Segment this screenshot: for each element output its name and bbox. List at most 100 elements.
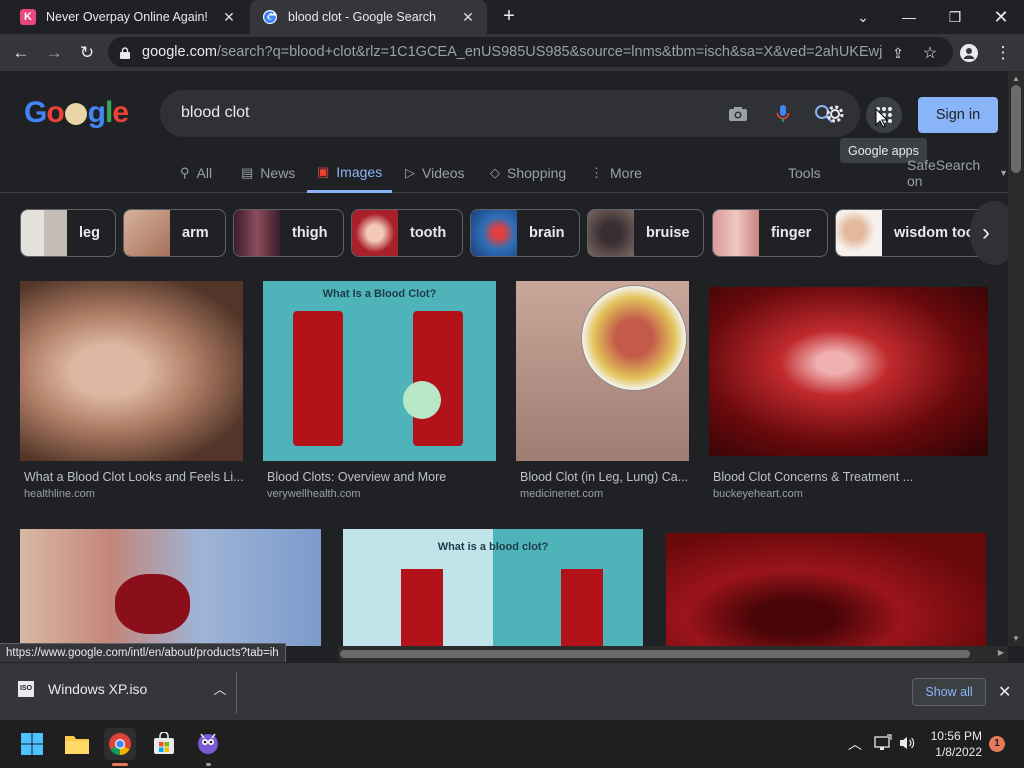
downloads-bar: ISO Windows XP.iso ︿ Show all ✕ [0,662,1024,720]
voice-search-icon[interactable] [771,102,795,126]
reload-button[interactable]: ↻ [74,40,100,66]
settings-gear-icon[interactable] [823,102,847,126]
result-title[interactable]: Blood Clot Concerns & Treatment ... [713,470,988,484]
image-caption: What is a blood clot? [437,541,549,553]
microsoft-store-icon[interactable] [148,728,180,760]
result-source[interactable]: medicinenet.com [520,488,603,500]
result-image[interactable]: What Is a Blood Clot? [263,281,496,461]
windows-start-icon[interactable] [16,728,48,760]
result-image[interactable] [709,287,988,456]
download-divider [236,672,237,714]
address-bar[interactable]: google.com/search?q=blood+clot&rlz=1C1GC… [108,37,953,67]
minimize-button[interactable]: — [886,0,932,34]
chip-thumbnail [471,210,517,256]
show-all-downloads-button[interactable]: Show all [912,678,986,706]
chip-tooth[interactable]: tooth [351,209,463,257]
chip-thumbnail [124,210,170,256]
show-hidden-icons-chevron-icon[interactable]: ︿ [848,734,862,754]
scroll-down-arrow-icon[interactable]: ▼ [1008,634,1024,643]
tab-more[interactable]: ⋮ More [590,153,642,193]
download-item[interactable]: ISO Windows XP.iso ︿ [18,679,226,698]
close-downloads-bar-icon[interactable]: ✕ [998,682,1011,702]
result-image[interactable] [516,281,689,461]
k-favicon-icon: K [20,9,36,25]
result-source[interactable]: healthline.com [24,488,95,500]
result-source[interactable]: verywellhealth.com [267,488,361,500]
tab-never-overpay[interactable]: K Never Overpay Online Again! ✕ [8,0,248,34]
image-icon: ▣ [317,163,330,179]
tab-blood-clot-search[interactable]: blood clot - Google Search ✕ [250,0,487,34]
chip-finger[interactable]: finger [712,209,828,257]
notification-badge[interactable]: 1 [989,736,1005,752]
close-tab-icon[interactable]: ✕ [459,9,477,26]
tab-news[interactable]: ▤ News [241,153,295,193]
tab-videos[interactable]: ▷ Videos [405,153,465,193]
profile-icon[interactable] [956,40,982,66]
share-icon[interactable]: ⇪ [885,40,911,66]
network-icon[interactable] [874,734,892,757]
download-filename: Windows XP.iso [48,680,148,697]
windows-taskbar: ︿ 10:56 PM 1/8/2022 1 [0,720,1024,768]
chevron-up-icon[interactable]: ︿ [213,679,226,698]
result-title[interactable]: What a Blood Clot Looks and Feels Li... [24,470,243,484]
bookmark-star-icon[interactable]: ☆ [917,40,943,66]
vessel-illustration [293,311,343,446]
result-source[interactable]: buckeyeheart.com [713,488,803,500]
chip-arm[interactable]: arm [123,209,226,257]
search-query[interactable]: blood clot [181,104,250,122]
chip-thumbnail [836,210,882,256]
dropdown-arrow-icon: ▼ [999,168,1008,178]
result-title[interactable]: Blood Clots: Overview and More [267,470,496,484]
vertical-scrollbar[interactable]: ▲ ▼ [1008,71,1024,646]
tab-title: blood clot - Google Search [288,10,437,24]
running-app-indicator [206,763,211,766]
result-image[interactable] [20,281,243,461]
forward-button[interactable]: → [41,40,67,66]
magnified-vessel-illustration [581,285,687,391]
result-image[interactable] [666,533,986,646]
file-explorer-icon[interactable] [61,728,93,760]
close-tab-icon[interactable]: ✕ [220,9,238,26]
tab-shopping[interactable]: ◇ Shopping [490,153,566,193]
scroll-up-arrow-icon[interactable]: ▲ [1008,74,1024,83]
search-box[interactable]: blood clot [160,90,860,137]
tab-all[interactable]: ⚲ All [180,153,212,193]
chrome-menu-icon[interactable]: ⋮ [990,40,1016,66]
sign-in-button[interactable]: Sign in [918,97,998,133]
chip-thumbnail [234,210,280,256]
result-image[interactable]: What is a blood clot? [343,529,643,646]
tab-search-chevron-icon[interactable]: ⌄ [840,0,886,34]
video-icon: ▷ [405,165,415,180]
scroll-right-arrow-icon[interactable]: ▶ [998,648,1004,657]
chip-thumbnail [352,210,398,256]
back-button[interactable]: ← [8,40,34,66]
google-apps-button[interactable] [866,97,902,133]
scrollbar-thumb[interactable] [1011,85,1021,173]
new-tab-button[interactable]: + [498,6,520,28]
result-image[interactable] [20,529,321,646]
chip-leg[interactable]: leg [20,209,116,257]
clot-blob [115,574,190,634]
app-taskbar-icon[interactable] [192,728,224,766]
chip-brain[interactable]: brain [470,209,580,257]
close-window-button[interactable]: ✕ [978,0,1024,34]
chip-thigh[interactable]: thigh [233,209,344,257]
chip-thumbnail [713,210,759,256]
chip-bruise[interactable]: bruise [587,209,704,257]
chrome-taskbar-icon[interactable] [104,728,136,766]
result-title[interactable]: Blood Clot (in Leg, Lung) Ca... [520,470,689,484]
restore-button[interactable]: ❐ [932,0,978,34]
iso-file-icon: ISO [18,680,34,697]
more-icon: ⋮ [590,165,603,180]
safesearch-toggle[interactable]: SafeSearch on ▼ [907,153,1008,193]
google-doodle-logo[interactable]: Go gle [24,96,129,130]
search-by-image-icon[interactable] [726,102,750,126]
horizontal-scrollbar[interactable]: ▶ [338,646,1008,662]
volume-icon[interactable] [898,734,916,757]
tab-images[interactable]: ▣ Images [307,153,393,193]
tools-button[interactable]: Tools [788,153,821,193]
lock-icon[interactable] [120,46,130,59]
clock-date: 1/8/2022 [935,745,982,759]
clock[interactable]: 10:56 PM 1/8/2022 [930,728,982,760]
scrollbar-thumb[interactable] [340,650,970,658]
